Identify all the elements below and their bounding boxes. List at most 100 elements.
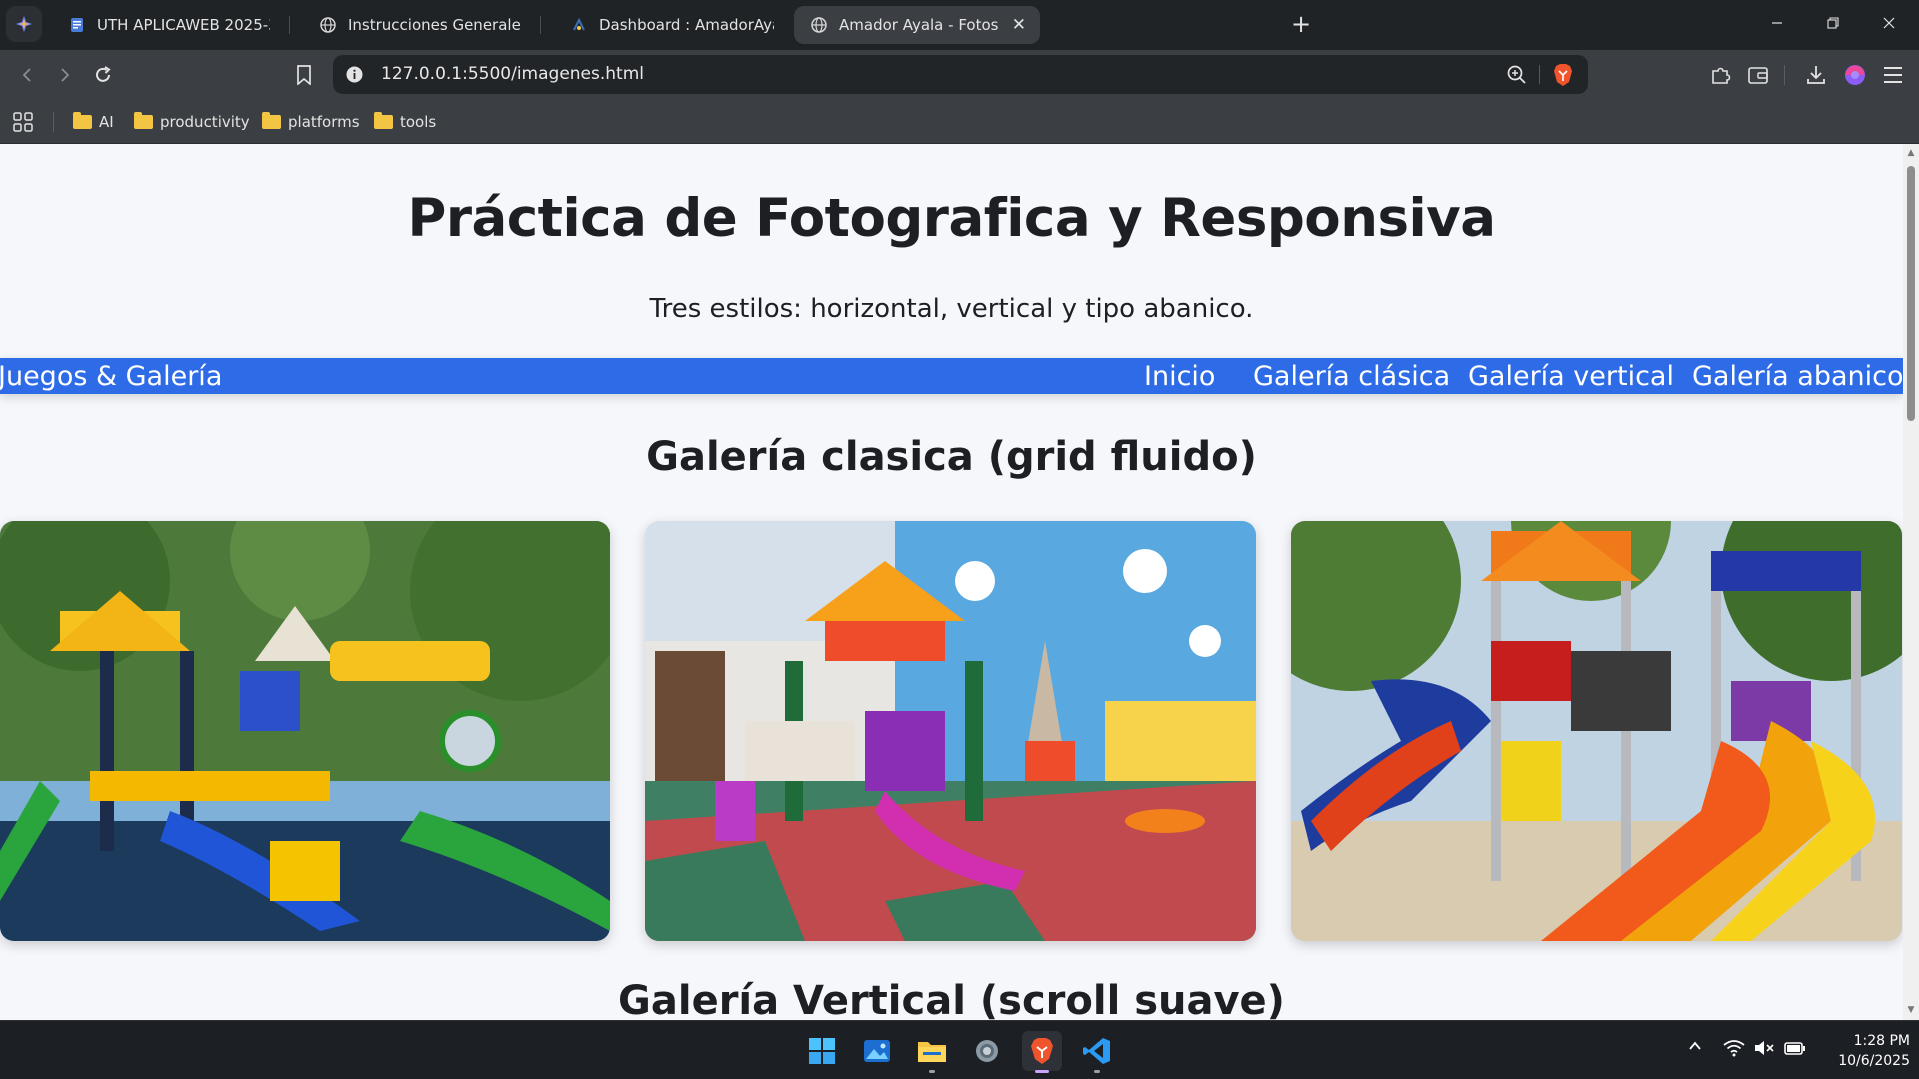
- browser-toolbar: 127.0.0.1:5500/imagenes.html: [0, 50, 1919, 100]
- bookmark-icon: [297, 65, 311, 85]
- nav-link-galeria-abanico[interactable]: Galería abanico: [1692, 358, 1903, 396]
- reload-icon: [96, 66, 111, 82]
- playground-photo-3[interactable]: [1291, 521, 1902, 941]
- volume-muted-icon[interactable]: [1753, 1039, 1775, 1061]
- bookmarks-bar: AI productivity platforms tools: [0, 100, 1919, 144]
- address-bar[interactable]: 127.0.0.1:5500/imagenes.html: [333, 55, 1588, 94]
- tab-title: Instrucciones Generales 4-5 u2.pdf: [348, 16, 521, 34]
- reload-button[interactable]: [90, 62, 116, 88]
- wallet-button[interactable]: [1745, 62, 1771, 88]
- page-subtitle: Tres estilos: horizontal, vertical y tip…: [649, 294, 1254, 324]
- site-navbar: Juegos & Galería Inicio Galería clásica …: [0, 358, 1903, 394]
- back-button[interactable]: [14, 62, 40, 88]
- site-info-icon[interactable]: [346, 66, 363, 87]
- zoom-icon[interactable]: [1506, 64, 1527, 89]
- avatar-icon: [1845, 65, 1865, 85]
- menu-button[interactable]: [1880, 62, 1906, 88]
- tab-strip: UTH APLICAWEB 2025-3 Instrucciones Gener…: [0, 0, 1919, 50]
- minimize-button[interactable]: [1750, 0, 1804, 46]
- tab-pythonanywhere-dashboard[interactable]: Dashboard : AmadorAyalaAngel : Pyt: [554, 6, 788, 44]
- toolbar-divider: [1784, 65, 1785, 85]
- apps-button[interactable]: [12, 110, 34, 134]
- scroll-up-arrow-icon[interactable]: ▲: [1906, 149, 1916, 158]
- arrow-left-icon: [22, 68, 31, 82]
- folder-icon: [262, 112, 281, 129]
- scroll-down-arrow-icon[interactable]: ▼: [1906, 1006, 1916, 1015]
- active-indicator: [1035, 1070, 1049, 1073]
- nav-link-inicio[interactable]: Inicio: [1144, 358, 1215, 396]
- tab-amador-ayala-fotos[interactable]: Amador Ayala - Fotos ✕: [794, 6, 1040, 44]
- settings-icon: [976, 1040, 998, 1062]
- page-viewport: Práctica de Fotografica y Responsiva Tre…: [0, 144, 1903, 1020]
- windows-start-icon: [809, 1038, 835, 1064]
- taskbar-clock[interactable]: 1:28 PM 10/6/2025: [1810, 1031, 1910, 1071]
- photos-icon: [864, 1040, 890, 1062]
- section-title-galeria-vertical: Galería Vertical (scroll suave): [618, 978, 1285, 1020]
- running-indicator: [929, 1070, 935, 1073]
- new-tab-button[interactable]: +: [1287, 10, 1315, 38]
- bookmark-button[interactable]: [291, 62, 317, 88]
- bookmark-folder-ai[interactable]: AI: [73, 110, 114, 134]
- restore-icon: [1827, 17, 1839, 29]
- brave-shields-icon[interactable]: [1552, 63, 1574, 91]
- forward-button[interactable]: [52, 62, 78, 88]
- playground-photo-1[interactable]: [0, 521, 610, 941]
- downloads-button[interactable]: [1803, 62, 1829, 88]
- show-hidden-icons-button[interactable]: [1688, 1038, 1702, 1057]
- puzzle-icon: [1712, 67, 1731, 84]
- bookmark-label: tools: [400, 113, 437, 131]
- scrollbar-thumb[interactable]: [1907, 166, 1915, 421]
- chevron-up-icon: [1689, 1041, 1701, 1050]
- tab-uth-aplicaweb[interactable]: UTH APLICAWEB 2025-3: [52, 6, 284, 44]
- start-button[interactable]: [802, 1031, 842, 1071]
- windows-taskbar: 1:28 PM 10/6/2025: [0, 1020, 1919, 1079]
- nav-brand[interactable]: Juegos & Galería: [0, 358, 222, 396]
- tab-title: Amador Ayala - Fotos: [839, 16, 999, 34]
- url-text: 127.0.0.1:5500/imagenes.html: [381, 64, 644, 84]
- battery-icon[interactable]: [1784, 1039, 1806, 1061]
- minimize-icon: [1772, 22, 1782, 24]
- leo-ai-button[interactable]: [6, 6, 42, 42]
- tab-separator: [540, 16, 541, 34]
- folder-icon: [134, 112, 153, 129]
- section-title-galeria-clasica: Galería clasica (grid fluido): [646, 434, 1257, 480]
- photos-app[interactable]: [857, 1031, 897, 1071]
- download-icon: [1807, 66, 1825, 84]
- sparkle-icon: [16, 16, 32, 32]
- vscode-app[interactable]: [1077, 1031, 1117, 1073]
- doc-icon: [68, 16, 86, 34]
- close-tab-icon[interactable]: ✕: [1002, 15, 1026, 35]
- bookmark-label: AI: [99, 113, 114, 131]
- wifi-icon[interactable]: [1723, 1039, 1745, 1061]
- nav-link-galeria-vertical[interactable]: Galería vertical: [1468, 358, 1674, 396]
- tab-separator: [289, 16, 290, 34]
- nav-link-galeria-clasica[interactable]: Galería clásica: [1253, 358, 1450, 396]
- arrow-right-icon: [61, 68, 70, 82]
- running-indicator: [1094, 1070, 1100, 1073]
- folder-icon: [73, 112, 92, 129]
- bookmark-folder-tools[interactable]: tools: [374, 110, 436, 134]
- bookmark-folder-productivity[interactable]: productivity: [134, 110, 250, 134]
- globe-icon: [319, 16, 337, 34]
- brave-icon: [1031, 1038, 1053, 1064]
- folder-icon: [374, 112, 393, 129]
- settings-app[interactable]: [967, 1031, 1007, 1071]
- playground-photo-2[interactable]: [645, 521, 1256, 941]
- bookmark-folder-platforms[interactable]: platforms: [262, 110, 360, 134]
- globe-icon: [810, 16, 828, 34]
- omnibox-divider: [1539, 65, 1540, 84]
- bookmark-label: platforms: [288, 113, 360, 131]
- vscode-icon: [1083, 1038, 1110, 1064]
- apps-grid-icon: [13, 112, 33, 132]
- clock-time: 1:28 PM: [1853, 1033, 1910, 1049]
- clock-date: 10/6/2025: [1838, 1053, 1910, 1069]
- python-icon: [570, 16, 588, 34]
- tab-instrucciones-pdf[interactable]: Instrucciones Generales 4-5 u2.pdf: [303, 6, 535, 44]
- page-scrollbar[interactable]: ▲ ▼: [1903, 144, 1919, 1020]
- file-explorer-app[interactable]: [912, 1031, 952, 1073]
- brave-browser-app[interactable]: [1022, 1031, 1062, 1073]
- restore-button[interactable]: [1806, 0, 1860, 46]
- extensions-button[interactable]: [1708, 62, 1734, 88]
- profile-button[interactable]: [1842, 62, 1868, 88]
- close-window-button[interactable]: [1862, 0, 1916, 46]
